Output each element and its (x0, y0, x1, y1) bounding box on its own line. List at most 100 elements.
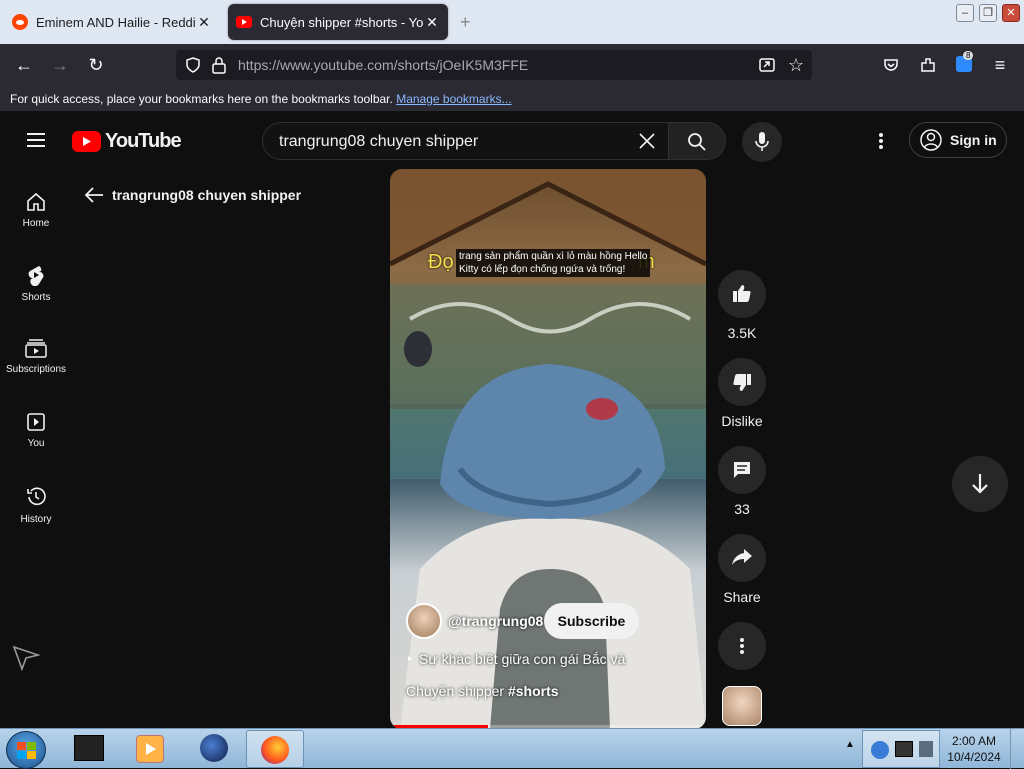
tab-title: Eminem AND Hailie - Reddit Se (36, 14, 196, 30)
close-window-button[interactable]: ✕ (1002, 4, 1020, 22)
voice-search-button[interactable] (742, 122, 782, 162)
tab-strip: Eminem AND Hailie - Reddit Se ✕ Chuyện s… (0, 0, 1024, 44)
sidebar-item-shorts[interactable]: Shorts (0, 264, 72, 303)
back-arrow-icon[interactable]: ← (12, 53, 36, 77)
taskbar-app-terminal[interactable] (74, 735, 104, 761)
subscribe-button[interactable]: Subscribe (544, 603, 639, 639)
more-vertical-icon (740, 638, 744, 654)
more-options-icon[interactable] (878, 132, 884, 150)
tab-close-icon[interactable]: ✕ (424, 14, 440, 31)
youtube-page: YouTube trangrung08 chuyen shipper Sign … (0, 112, 1024, 729)
tab-youtube[interactable]: Chuyện shipper #shorts - YouTu ✕ (228, 4, 448, 40)
reload-icon[interactable]: ↻ (84, 53, 108, 77)
sidebar-item-history[interactable]: History (0, 486, 72, 525)
clock-time: 2:00 AM (951, 734, 997, 748)
network-icon[interactable] (895, 741, 913, 757)
manage-bookmarks-link[interactable]: Manage bookmarks... (396, 92, 511, 106)
comment-icon (734, 462, 750, 478)
arrow-down-icon (972, 474, 988, 494)
taskbar-app-browser[interactable] (200, 734, 228, 762)
youtube-play-icon (72, 131, 101, 152)
thumbs-down-icon (733, 374, 751, 391)
clear-search-icon[interactable] (638, 132, 656, 150)
clock-date: 10/4/2024 (947, 750, 1001, 764)
share-icon (732, 549, 752, 565)
tab-reddit[interactable]: Eminem AND Hailie - Reddit Se ✕ (4, 4, 220, 40)
sign-in-button[interactable]: Sign in (909, 122, 1007, 158)
next-video-button[interactable] (952, 456, 1008, 512)
caption-bg-left: Đọ (428, 251, 454, 273)
extensions-icon[interactable] (918, 55, 938, 75)
sidebar-item-label: History (20, 514, 52, 525)
sound-thumbnail[interactable] (722, 686, 762, 726)
restore-button[interactable]: ❐ (979, 4, 997, 22)
send-feedback-icon[interactable] (12, 645, 40, 671)
like-count: 3.5K (727, 325, 757, 341)
pocket-icon[interactable] (882, 56, 900, 74)
hashtag-shorts[interactable]: #shorts (508, 683, 559, 699)
search-button[interactable] (668, 122, 726, 160)
microphone-icon (755, 132, 769, 151)
channel-avatar[interactable] (406, 603, 442, 639)
minimize-button[interactable]: – (956, 4, 974, 22)
reddit-favicon-icon (12, 14, 28, 30)
video-description-line1[interactable]: Sự khác biệt giữa con gái Bắc và (419, 651, 625, 667)
url-text[interactable]: https://www.youtube.com/shorts/jOeIK5M3F… (238, 57, 528, 73)
shorts-icon (28, 266, 44, 286)
channel-handle[interactable]: @trangrung08 (448, 613, 543, 629)
sidebar-item-subscriptions[interactable]: Subscriptions (0, 338, 72, 375)
video-title-text: Chuyện shipper (406, 683, 508, 699)
dislike-button[interactable] (718, 358, 766, 406)
share-button[interactable] (718, 534, 766, 582)
sidebar-item-label: Home (22, 218, 50, 229)
like-button[interactable] (718, 270, 766, 318)
volume-icon[interactable] (919, 741, 933, 757)
bookmarks-hint: For quick access, place your bookmarks h… (10, 92, 393, 106)
new-tab-button[interactable]: + (460, 12, 471, 33)
comments-button[interactable] (718, 446, 766, 494)
clock[interactable]: 2:00 AM 10/4/2024 (944, 733, 1004, 765)
video-description-line2[interactable]: Chuyện shipper #shorts (406, 683, 559, 699)
tab-title: Chuyện shipper #shorts - YouTu (260, 14, 424, 30)
bookmark-star-icon[interactable]: ☆ (784, 53, 808, 77)
start-button[interactable] (6, 731, 46, 769)
menu-hamburger-icon[interactable]: ≡ (988, 53, 1012, 77)
subtitle-box: trang sản phẩm quần xì lỏ màu hồng Hello… (456, 249, 651, 277)
sidebar-item-label: Shorts (21, 292, 51, 303)
notification-area[interactable] (862, 730, 940, 768)
search-input[interactable]: trangrung08 chuyen shipper (262, 122, 668, 160)
youtube-favicon-icon (236, 16, 252, 28)
bookmarks-toolbar: For quick access, place your bookmarks h… (0, 86, 1024, 112)
history-icon (27, 487, 46, 506)
share-label: Share (723, 589, 761, 605)
sidebar-item-label: Subscriptions (5, 364, 67, 375)
more-actions-button[interactable] (718, 622, 766, 670)
lock-icon[interactable] (211, 56, 227, 74)
tab-close-icon[interactable]: ✕ (196, 14, 212, 31)
subtitle-line: trang sản phẩm quần xì lỏ màu hồng Hello (459, 251, 648, 262)
sidebar-item-you[interactable]: You (0, 412, 72, 449)
show-desktop-button[interactable] (1010, 729, 1024, 769)
thumbs-up-icon (733, 285, 751, 302)
play-icon (146, 743, 156, 755)
shield-icon[interactable] (184, 56, 202, 74)
youtube-wordmark: YouTube (105, 130, 182, 152)
picture-in-picture-icon[interactable] (758, 56, 776, 74)
subtitle-line: Kitty có lếp đọn chống ngứa và trống! (459, 264, 626, 275)
guide-menu-icon[interactable] (26, 132, 46, 148)
tray-app-icon[interactable] (871, 741, 889, 759)
home-icon (27, 192, 45, 211)
comment-count: 33 (734, 501, 750, 517)
taskbar-app-media-player[interactable] (136, 735, 164, 763)
back-arrow-icon[interactable] (84, 186, 104, 204)
youtube-logo[interactable]: YouTube (72, 130, 182, 153)
forward-arrow-icon[interactable]: → (48, 53, 72, 77)
caret-icon: ▸ (408, 653, 413, 663)
shorts-video-player[interactable]: Đọ m trang sản phẩm quần xì lỏ màu hồng … (390, 169, 706, 729)
results-title: trangrung08 chuyen shipper (112, 187, 302, 203)
dislike-label: Dislike (721, 413, 763, 429)
taskbar-app-firefox[interactable] (246, 730, 304, 768)
sidebar-item-home[interactable]: Home (0, 192, 72, 229)
account-icon (920, 129, 942, 151)
show-hidden-icons-icon[interactable]: ▲ (845, 739, 855, 750)
